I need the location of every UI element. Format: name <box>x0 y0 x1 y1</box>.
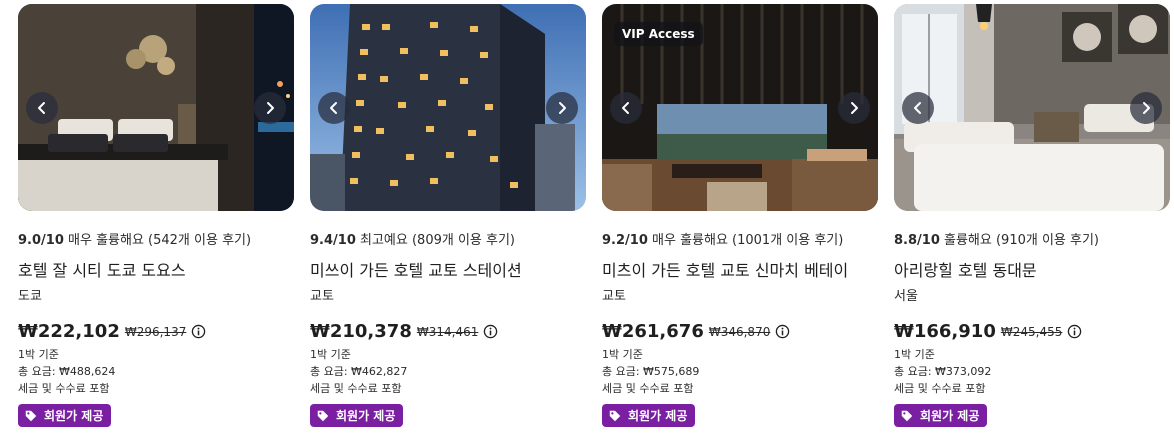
rating-score: 9.2/10 <box>602 233 648 248</box>
original-price: ₩346,870 <box>708 324 771 339</box>
rating-line: 9.4/10 최고예요 (809개 이용 후기) <box>310 229 586 248</box>
per-night-label: 1박 기준 <box>310 348 351 361</box>
hotel-photo <box>894 4 1170 211</box>
rating-line: 9.2/10 매우 훌륭해요 (1001개 이용 후기) <box>602 229 878 248</box>
original-price: ₩245,455 <box>1000 324 1063 339</box>
member-price-badge: 회원가 제공 <box>602 404 696 427</box>
carousel-prev-button[interactable] <box>902 92 934 124</box>
carousel-prev-button[interactable] <box>610 92 642 124</box>
rating-text: 매우 훌륭해요 (542개 이용 후기) <box>68 233 252 248</box>
per-night-label: 1박 기준 <box>18 348 59 361</box>
price-row: ₩222,102 ₩296,137 <box>18 321 294 342</box>
total-price: 총 요금: ₩373,092 <box>894 365 992 378</box>
hotel-name[interactable]: 미츠이 가든 호텔 교토 신마치 베테이 <box>602 257 878 281</box>
hotel-name[interactable]: 호텔 잘 시티 도쿄 도요스 <box>18 257 294 281</box>
tag-icon <box>25 410 37 421</box>
hotel-photo-carousel[interactable] <box>310 4 586 211</box>
tax-note: 세금 및 수수료 포함 <box>18 382 110 395</box>
hotel-photo <box>18 4 294 211</box>
chevron-left-icon <box>622 102 629 114</box>
info-icon[interactable] <box>775 324 790 339</box>
tag-icon <box>317 410 329 421</box>
carousel-prev-button[interactable] <box>26 92 58 124</box>
rating-score: 9.4/10 <box>310 233 356 248</box>
total-price: 총 요금: ₩462,827 <box>310 365 408 378</box>
current-price: ₩166,910 <box>894 321 996 342</box>
vip-access-badge: VIP Access <box>614 22 703 46</box>
chevron-left-icon <box>38 102 45 114</box>
info-icon[interactable] <box>191 324 206 339</box>
hotel-card-list: 9.0/10 매우 훌륭해요 (542개 이용 후기) 호텔 잘 시티 도쿄 도… <box>18 4 1170 427</box>
tax-note: 세금 및 수수료 포함 <box>602 382 694 395</box>
hotel-card[interactable]: 9.4/10 최고예요 (809개 이용 후기) 미쓰이 가든 호텔 교토 스테… <box>310 4 586 427</box>
hotel-name[interactable]: 아리랑힐 호텔 동대문 <box>894 257 1170 281</box>
carousel-next-button[interactable] <box>838 92 870 124</box>
hotel-photo-carousel[interactable] <box>18 4 294 211</box>
tax-note: 세금 및 수수료 포함 <box>894 382 986 395</box>
hotel-photo-carousel[interactable] <box>894 4 1170 211</box>
tag-icon <box>901 410 913 421</box>
original-price: ₩314,461 <box>416 324 479 339</box>
hotel-city: 교토 <box>310 289 334 304</box>
badge-label: 회원가 제공 <box>336 409 396 423</box>
hotel-city: 서울 <box>894 289 918 304</box>
hotel-photo-carousel[interactable]: VIP Access <box>602 4 878 211</box>
member-price-badge: 회원가 제공 <box>18 404 112 427</box>
original-price: ₩296,137 <box>124 324 187 339</box>
rating-score: 9.0/10 <box>18 233 64 248</box>
price-row: ₩210,378 ₩314,461 <box>310 321 586 342</box>
price-row: ₩166,910 ₩245,455 <box>894 321 1170 342</box>
total-price: 총 요금: ₩575,689 <box>602 365 700 378</box>
hotel-photo <box>310 4 586 211</box>
carousel-next-button[interactable] <box>546 92 578 124</box>
member-price-badge: 회원가 제공 <box>310 404 404 427</box>
per-night-label: 1박 기준 <box>894 348 935 361</box>
badge-label: 회원가 제공 <box>920 409 980 423</box>
hotel-card[interactable]: VIP Access 9.2/10 매우 훌륭해요 (1001개 이용 후기) … <box>602 4 878 427</box>
chevron-right-icon <box>267 102 274 114</box>
member-price-badge: 회원가 제공 <box>894 404 988 427</box>
tax-note: 세금 및 수수료 포함 <box>310 382 402 395</box>
total-price: 총 요금: ₩488,624 <box>18 365 116 378</box>
info-icon[interactable] <box>483 324 498 339</box>
current-price: ₩261,676 <box>602 321 704 342</box>
hotel-city: 교토 <box>602 289 626 304</box>
price-row: ₩261,676 ₩346,870 <box>602 321 878 342</box>
rating-line: 8.8/10 훌륭해요 (910개 이용 후기) <box>894 229 1170 248</box>
rating-text: 매우 훌륭해요 (1001개 이용 후기) <box>652 233 844 248</box>
chevron-left-icon <box>330 102 337 114</box>
hotel-card[interactable]: 8.8/10 훌륭해요 (910개 이용 후기) 아리랑힐 호텔 동대문 서울 … <box>894 4 1170 427</box>
chevron-left-icon <box>914 102 921 114</box>
carousel-next-button[interactable] <box>1130 92 1162 124</box>
badge-label: 회원가 제공 <box>628 409 688 423</box>
tag-icon <box>609 410 621 421</box>
per-night-label: 1박 기준 <box>602 348 643 361</box>
rating-text: 훌륭해요 (910개 이용 후기) <box>944 233 1100 248</box>
hotel-card[interactable]: 9.0/10 매우 훌륭해요 (542개 이용 후기) 호텔 잘 시티 도쿄 도… <box>18 4 294 427</box>
chevron-right-icon <box>1143 102 1150 114</box>
info-icon[interactable] <box>1067 324 1082 339</box>
current-price: ₩222,102 <box>18 321 120 342</box>
hotel-name[interactable]: 미쓰이 가든 호텔 교토 스테이션 <box>310 257 586 281</box>
rating-score: 8.8/10 <box>894 233 940 248</box>
hotel-city: 도쿄 <box>18 289 42 304</box>
badge-label: 회원가 제공 <box>44 409 104 423</box>
rating-line: 9.0/10 매우 훌륭해요 (542개 이용 후기) <box>18 229 294 248</box>
chevron-right-icon <box>559 102 566 114</box>
carousel-next-button[interactable] <box>254 92 286 124</box>
carousel-prev-button[interactable] <box>318 92 350 124</box>
current-price: ₩210,378 <box>310 321 412 342</box>
chevron-right-icon <box>851 102 858 114</box>
rating-text: 최고예요 (809개 이용 후기) <box>360 233 516 248</box>
